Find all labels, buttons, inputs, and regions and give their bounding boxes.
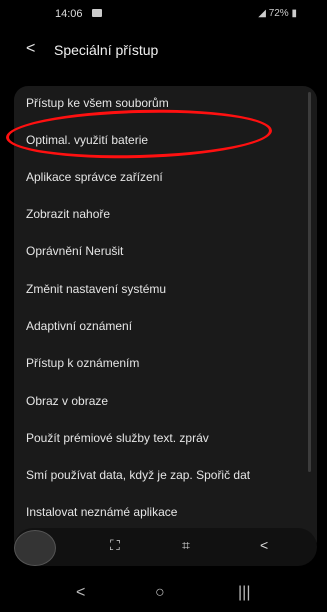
chevron-left-icon[interactable]: < xyxy=(26,40,35,58)
list-item[interactable]: Adaptivní oznámení xyxy=(26,319,132,333)
message-icon xyxy=(92,9,102,17)
status-time: 14:06 xyxy=(55,8,83,20)
signal-icon: ◢ xyxy=(258,8,266,19)
screenshot-toolbar: ⛶ ⌗ < xyxy=(14,528,317,566)
list-item[interactable]: Použít prémiové služby text. zpráv xyxy=(26,431,209,445)
phone-screen: 14:06 ◢ 72% ▮ < Speciální přístup Přístu… xyxy=(0,0,327,612)
crop-icon[interactable]: ⌗ xyxy=(182,537,190,554)
back-nav-icon[interactable]: < xyxy=(76,584,85,602)
battery-percent: 72% xyxy=(268,8,289,19)
list-item[interactable]: Instalovat neznámé aplikace xyxy=(26,505,177,519)
list-item[interactable]: Zobrazit nahoře xyxy=(26,207,110,221)
page-title: Speciální přístup xyxy=(54,42,159,58)
list-item[interactable]: Smí používat data, když je zap. Spořič d… xyxy=(26,468,250,482)
selection-circle-icon[interactable] xyxy=(14,530,56,566)
list-item[interactable]: Přístup k oznámením xyxy=(26,356,139,370)
list-item[interactable]: Obraz v obraze xyxy=(26,394,108,408)
home-nav-icon[interactable]: ○ xyxy=(155,584,165,602)
status-right: ◢ 72% ▮ xyxy=(258,8,297,19)
list-item[interactable]: Přístup ke všem souborům xyxy=(26,96,169,110)
status-bar: 14:06 ◢ 72% ▮ xyxy=(0,0,327,32)
list-item[interactable]: Oprávnění Nerušit xyxy=(26,244,123,258)
list-item[interactable]: Změnit nastavení systému xyxy=(26,282,166,296)
screenshot-icon[interactable]: ⛶ xyxy=(110,537,120,554)
app-header: < Speciální přístup xyxy=(0,32,327,72)
list-item[interactable]: Aplikace správce zařízení xyxy=(26,170,163,184)
battery-icon: ▮ xyxy=(291,8,297,19)
navigation-bar: < ○ ||| xyxy=(0,576,327,612)
share-icon[interactable]: < xyxy=(260,537,268,553)
scrollbar[interactable] xyxy=(308,92,311,472)
recents-nav-icon[interactable]: ||| xyxy=(238,584,250,602)
